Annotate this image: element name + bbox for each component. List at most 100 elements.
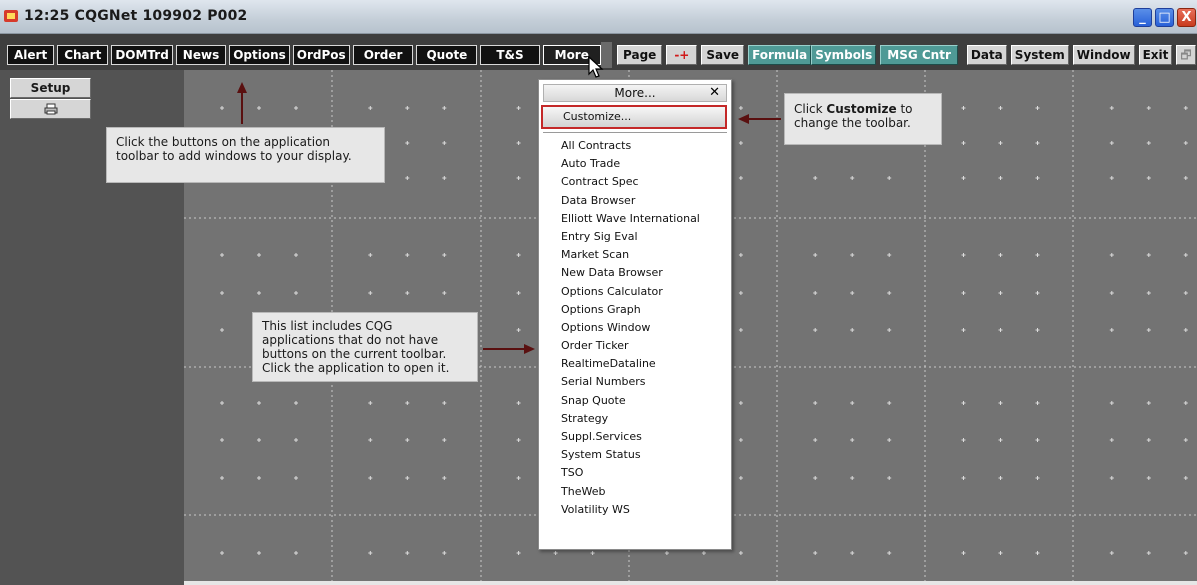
msg-cntr-button[interactable]: MSG Cntr	[880, 45, 958, 65]
news-button[interactable]: News	[175, 45, 227, 65]
grid-dot	[961, 328, 966, 332]
grid-dot	[1146, 438, 1151, 442]
menu-item[interactable]: Serial Numbers	[539, 373, 731, 391]
grid-dot	[1146, 176, 1151, 180]
menu-item[interactable]: All Contracts	[539, 137, 731, 155]
restore-icon[interactable]: 🗗	[1176, 45, 1196, 65]
menu-item[interactable]: Order Ticker	[539, 337, 731, 355]
domtrd-button[interactable]: DOMTrd	[111, 45, 173, 65]
grid-dot	[887, 551, 892, 555]
window-button[interactable]: Window	[1072, 45, 1135, 65]
ordpos-button[interactable]: OrdPos	[292, 45, 350, 65]
minimize-button[interactable]: _	[1133, 8, 1152, 27]
grid-dot	[294, 401, 298, 405]
order-button[interactable]: Order	[352, 45, 414, 65]
chart-button[interactable]: Chart	[57, 45, 109, 65]
toolbar-hint-callout: Click the buttons on the application too…	[106, 127, 385, 183]
formula-button[interactable]: Formula	[748, 45, 812, 65]
grid-dot	[442, 401, 447, 405]
grid-dot	[738, 328, 743, 332]
menu-item[interactable]: Suppl.Services	[539, 428, 731, 446]
menu-item[interactable]: Snap Quote	[539, 392, 731, 410]
grid-dot	[961, 401, 966, 405]
grid-dot	[1183, 141, 1188, 145]
options-button[interactable]: Options	[229, 45, 290, 65]
left-arrow-line	[749, 118, 781, 120]
menu-header: More... ✕	[543, 84, 727, 102]
menu-item[interactable]: Market Scan	[539, 246, 731, 264]
menu-item[interactable]: Options Calculator	[539, 283, 731, 301]
close-window-button[interactable]: X	[1177, 8, 1196, 27]
grid-dot	[516, 551, 521, 555]
save-button[interactable]: Save	[701, 45, 745, 65]
menu-item[interactable]: Auto Trade	[539, 155, 731, 173]
menu-item[interactable]: System Status	[539, 446, 731, 464]
system-button[interactable]: System	[1010, 45, 1069, 65]
grid-dot	[887, 401, 892, 405]
menu-item[interactable]: RealtimeDataline	[539, 355, 731, 373]
grid-dot	[220, 253, 224, 257]
grid-dot	[1035, 476, 1040, 480]
grid-dot	[220, 438, 224, 442]
grid-dot	[998, 141, 1003, 145]
grid-dot	[1146, 291, 1151, 295]
grid-dot	[1146, 106, 1151, 110]
grid-dot	[1183, 328, 1188, 332]
grid-dot	[738, 476, 743, 480]
menu-item[interactable]: Entry Sig Eval	[539, 228, 731, 246]
grid-dot	[1109, 176, 1114, 180]
grid-dot	[813, 253, 818, 257]
print-button[interactable]	[10, 99, 91, 119]
grid-dot	[1146, 328, 1151, 332]
grid-dot	[590, 551, 595, 555]
grid-dot	[998, 438, 1003, 442]
grid-dot	[368, 551, 373, 555]
grid-dot	[294, 291, 298, 295]
symbols-button[interactable]: Symbols	[811, 45, 877, 65]
ts-button[interactable]: T&S	[480, 45, 540, 65]
grid-dot	[961, 438, 966, 442]
app-icon	[4, 10, 18, 22]
grid-dot	[961, 176, 966, 180]
grid-dot	[738, 106, 743, 110]
grid-dot	[813, 291, 818, 295]
right-arrow-icon	[524, 344, 535, 354]
menu-item[interactable]: New Data Browser	[539, 264, 731, 282]
grid-dot	[516, 438, 521, 442]
page-button[interactable]: Page	[617, 45, 663, 65]
grid-dot	[887, 476, 892, 480]
up-arrow-icon	[237, 82, 247, 93]
grid-dot	[405, 291, 410, 295]
up-arrow-line	[241, 92, 243, 124]
alert-button[interactable]: Alert	[7, 45, 55, 65]
menu-item[interactable]: TheWeb	[539, 483, 731, 501]
grid-dot	[1109, 291, 1114, 295]
close-icon[interactable]: ✕	[709, 85, 720, 101]
menu-item[interactable]: Volatility WS	[539, 501, 731, 519]
customize-menu-item[interactable]: Customize...	[541, 105, 727, 129]
grid-dot	[738, 291, 743, 295]
grid-dot	[813, 551, 818, 555]
menu-item[interactable]: Elliott Wave International	[539, 210, 731, 228]
grid-dot	[442, 476, 447, 480]
grid-dot	[998, 551, 1003, 555]
menu-item[interactable]: Contract Spec	[539, 173, 731, 191]
grid-dot	[813, 438, 818, 442]
menu-item[interactable]: Strategy	[539, 410, 731, 428]
grid-dot	[405, 253, 410, 257]
menu-item[interactable]: Data Browser	[539, 192, 731, 210]
grid-dot	[294, 253, 298, 257]
exit-button[interactable]: Exit	[1138, 45, 1173, 65]
minus-plus-button[interactable]: -+	[666, 45, 698, 65]
grid-dot	[998, 401, 1003, 405]
grid-dot	[405, 551, 410, 555]
menu-item[interactable]: Options Window	[539, 319, 731, 337]
data-button[interactable]: Data	[966, 45, 1007, 65]
maximize-button[interactable]: □	[1155, 8, 1174, 27]
grid-dot	[887, 438, 892, 442]
quote-button[interactable]: Quote	[416, 45, 478, 65]
grid-dot	[1183, 253, 1188, 257]
menu-item[interactable]: Options Graph	[539, 301, 731, 319]
menu-item[interactable]: TSO	[539, 464, 731, 482]
setup-button[interactable]: Setup	[10, 78, 91, 98]
